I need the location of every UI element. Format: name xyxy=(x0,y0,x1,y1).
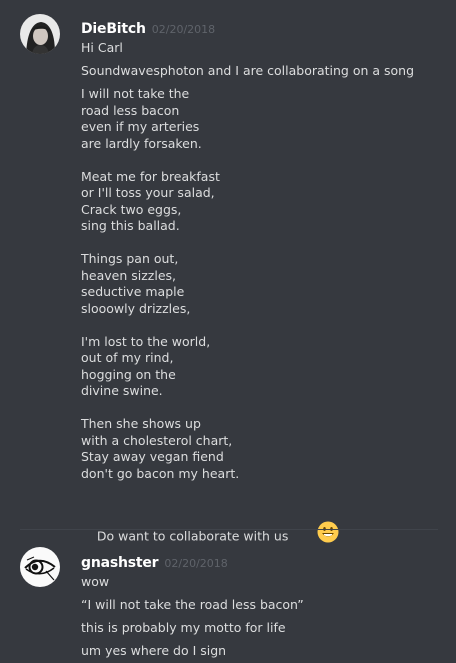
woman-portrait-icon xyxy=(20,14,60,54)
avatar-diebitch[interactable] xyxy=(20,14,60,54)
message-text: I will not take the road less bacon even… xyxy=(81,86,240,481)
message-text: um yes where do I sign xyxy=(81,643,227,658)
avatar-gnashster[interactable] xyxy=(20,547,60,587)
username[interactable]: DieBitch xyxy=(81,21,146,37)
message-group-diebitch: DieBitch 02/20/2018 Hi Carl Soundwavespho… xyxy=(0,0,456,543)
username[interactable]: gnashster xyxy=(81,555,159,571)
message-text: “I will not take the road less bacon” xyxy=(81,597,304,612)
message-header: DieBitch 02/20/2018 xyxy=(81,18,216,37)
message-text: Soundwavesphoton and I are collaborating… xyxy=(81,63,415,78)
message-text: this is probably my motto for life xyxy=(81,620,286,635)
eye-drawing-icon xyxy=(20,547,60,587)
message-text: wow xyxy=(81,574,110,589)
timestamp: 02/20/2018 xyxy=(151,23,216,36)
timestamp: 02/20/2018 xyxy=(164,557,228,570)
message-header: gnashster 02/20/2018 xyxy=(81,552,228,571)
message-text: Hi Carl xyxy=(81,40,123,55)
message-group-gnashster: gnashster 02/20/2018 wow “I will not take… xyxy=(0,530,456,663)
